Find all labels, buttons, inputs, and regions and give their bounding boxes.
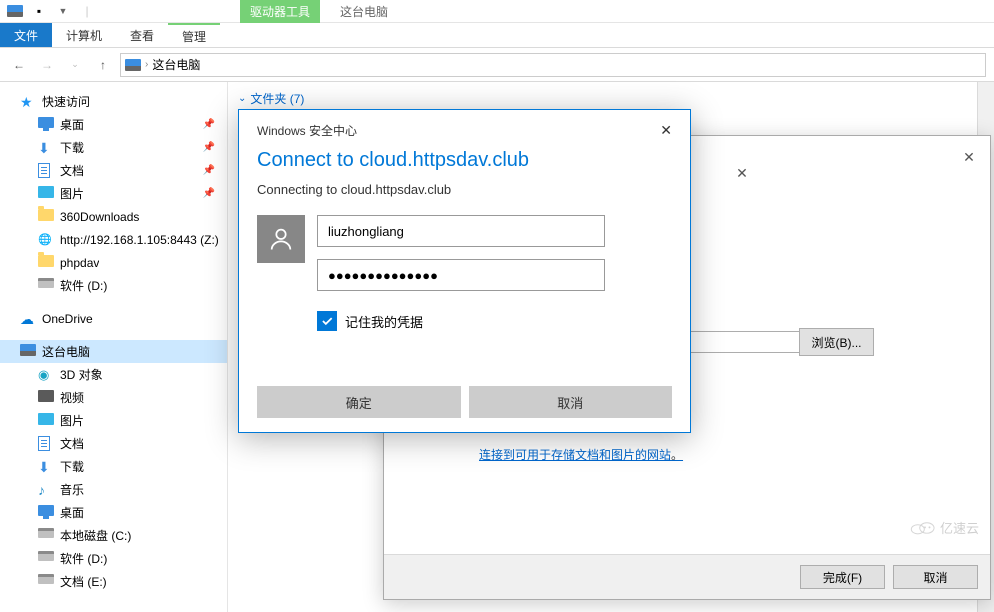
quick-access-toolbar: ▪ ▼ | [0, 0, 102, 22]
tree-item[interactable]: ◉3D 对象 [0, 363, 227, 386]
drive-icon [38, 574, 54, 590]
doc-icon [38, 436, 54, 452]
drive-icon [38, 551, 54, 567]
ok-button[interactable]: 确定 [257, 386, 461, 418]
wizard-inner-close-icon[interactable]: ✕ [729, 160, 755, 186]
tab-view[interactable]: 查看 [116, 23, 168, 47]
contextual-tab-label: 驱动器工具 [240, 0, 320, 23]
net-icon: 🌐 [38, 232, 54, 248]
star-icon: ★ [20, 94, 36, 110]
pin-icon: 📌 [203, 165, 215, 176]
dialog-subheading: Connecting to cloud.httpsdav.club [239, 182, 690, 215]
credentials-dialog: Windows 安全中心 ✕ Connect to cloud.httpsdav… [238, 109, 691, 433]
desktop-icon [38, 505, 54, 521]
pin-icon: 📌 [203, 142, 215, 153]
wizard-footer: 完成(F) 取消 [384, 554, 990, 599]
nav-up-icon[interactable]: ↑ [92, 54, 114, 76]
tree-item[interactable]: 软件 (D:) [0, 274, 227, 297]
tab-computer[interactable]: 计算机 [52, 23, 116, 47]
folder-group-header[interactable]: ⌄ 文件夹 (7) [238, 86, 984, 111]
tab-file[interactable]: 文件 [0, 23, 52, 47]
music-icon: ♪ [38, 482, 54, 498]
remember-credentials-row[interactable]: 记住我的凭据 [239, 303, 690, 331]
pc-icon [20, 344, 36, 360]
finish-button[interactable]: 完成(F) [800, 565, 885, 589]
ribbon-tabs: 文件 计算机 查看 管理 [0, 23, 994, 48]
watermark: 亿速云 [910, 518, 979, 537]
qat-separator: | [76, 0, 98, 22]
remember-label: 记住我的凭据 [345, 312, 423, 331]
dialog-heading: Connect to cloud.httpsdav.club [239, 143, 690, 182]
user-avatar-icon [257, 215, 305, 263]
dialog-title: Windows 安全中心 [257, 122, 357, 139]
close-icon[interactable]: ✕ [660, 122, 672, 139]
tree-this-pc[interactable]: 这台电脑 [0, 340, 227, 363]
tree-onedrive[interactable]: ☁ OneDrive [0, 307, 227, 330]
video-icon [38, 390, 54, 406]
pc-icon [125, 59, 141, 71]
tree-item[interactable]: ♪音乐 [0, 478, 227, 501]
pic-icon [38, 413, 54, 429]
download-icon: ⬇ [38, 459, 54, 475]
doc-icon [38, 163, 54, 179]
tree-item[interactable]: 图片📌 [0, 182, 227, 205]
address-bar-row: ← → ⌄ ↑ › 这台电脑 [0, 48, 994, 82]
navigation-tree: ★ 快速访问 桌面📌⬇下载📌文档📌图片📌360Downloads🌐http://… [0, 82, 228, 612]
tree-item[interactable]: 桌面📌 [0, 113, 227, 136]
password-input[interactable] [317, 259, 605, 291]
desktop-icon [38, 117, 54, 133]
wizard-cancel-button[interactable]: 取消 [893, 565, 978, 589]
wizard-close-icon[interactable]: ✕ [956, 144, 982, 170]
breadcrumb-location[interactable]: 这台电脑 [152, 56, 200, 73]
tree-item[interactable]: ⬇下载📌 [0, 136, 227, 159]
storage-link[interactable]: 连接到可用于存储文档和图片的网站 [479, 446, 683, 463]
nav-back-icon[interactable]: ← [8, 54, 30, 76]
tree-item[interactable]: 文档📌 [0, 159, 227, 182]
cancel-button[interactable]: 取消 [469, 386, 673, 418]
tree-item[interactable]: 文档 (E:) [0, 570, 227, 593]
folder-icon [38, 255, 54, 271]
drive-icon [38, 528, 54, 544]
window-title: 这台电脑 [340, 3, 388, 20]
pin-icon: 📌 [203, 188, 215, 199]
tree-item[interactable]: 本地磁盘 (C:) [0, 524, 227, 547]
breadcrumb-sep-icon: › [145, 59, 148, 70]
app-icon[interactable] [4, 0, 26, 22]
qat-dropdown-icon[interactable]: ▼ [52, 0, 74, 22]
tree-item[interactable]: phpdav [0, 251, 227, 274]
nav-forward-icon[interactable]: → [36, 54, 58, 76]
tab-manage[interactable]: 管理 [168, 23, 220, 47]
nav-recent-icon[interactable]: ⌄ [64, 54, 86, 76]
tree-item[interactable]: 软件 (D:) [0, 547, 227, 570]
username-input[interactable] [317, 215, 605, 247]
browse-button[interactable]: 浏览(B)... [799, 328, 874, 356]
qat-properties-icon[interactable]: ▪ [28, 0, 50, 22]
download-icon: ⬇ [38, 140, 54, 156]
address-bar[interactable]: › 这台电脑 [120, 53, 986, 77]
tree-item[interactable]: 360Downloads [0, 205, 227, 228]
tree-item[interactable]: ⬇下载 [0, 455, 227, 478]
remember-checkbox[interactable] [317, 311, 337, 331]
tree-item[interactable]: 桌面 [0, 501, 227, 524]
tree-quick-access[interactable]: ★ 快速访问 [0, 90, 227, 113]
tree-item[interactable]: 文档 [0, 432, 227, 455]
titlebar: ▪ ▼ | 驱动器工具 这台电脑 [0, 0, 994, 23]
tree-item[interactable]: 图片 [0, 409, 227, 432]
folder-icon [38, 209, 54, 225]
onedrive-icon: ☁ [20, 311, 36, 327]
3d-icon: ◉ [38, 367, 54, 383]
tree-item[interactable]: 视频 [0, 386, 227, 409]
tree-item[interactable]: 🌐http://192.168.1.105:8443 (Z:) [0, 228, 227, 251]
pic-icon [38, 186, 54, 202]
drive-icon [38, 278, 54, 294]
pin-icon: 📌 [203, 119, 215, 130]
chevron-down-icon: ⌄ [238, 93, 246, 104]
